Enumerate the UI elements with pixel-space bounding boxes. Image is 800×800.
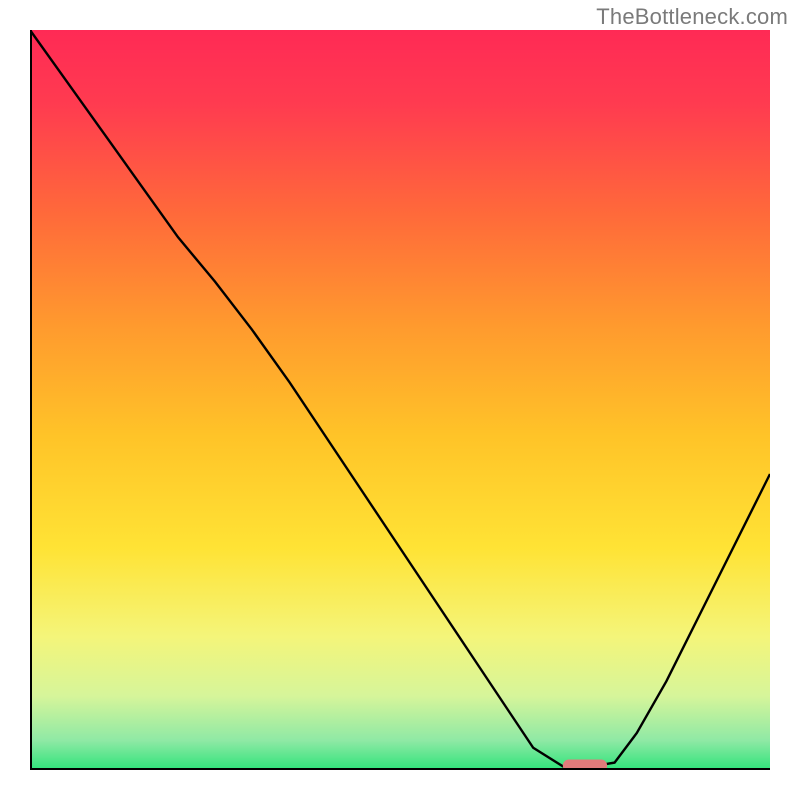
gradient-background xyxy=(30,30,770,770)
chart-frame: TheBottleneck.com xyxy=(0,0,800,800)
watermark-text: TheBottleneck.com xyxy=(596,4,788,30)
bottleneck-chart xyxy=(30,30,770,770)
plot-area xyxy=(30,30,770,770)
